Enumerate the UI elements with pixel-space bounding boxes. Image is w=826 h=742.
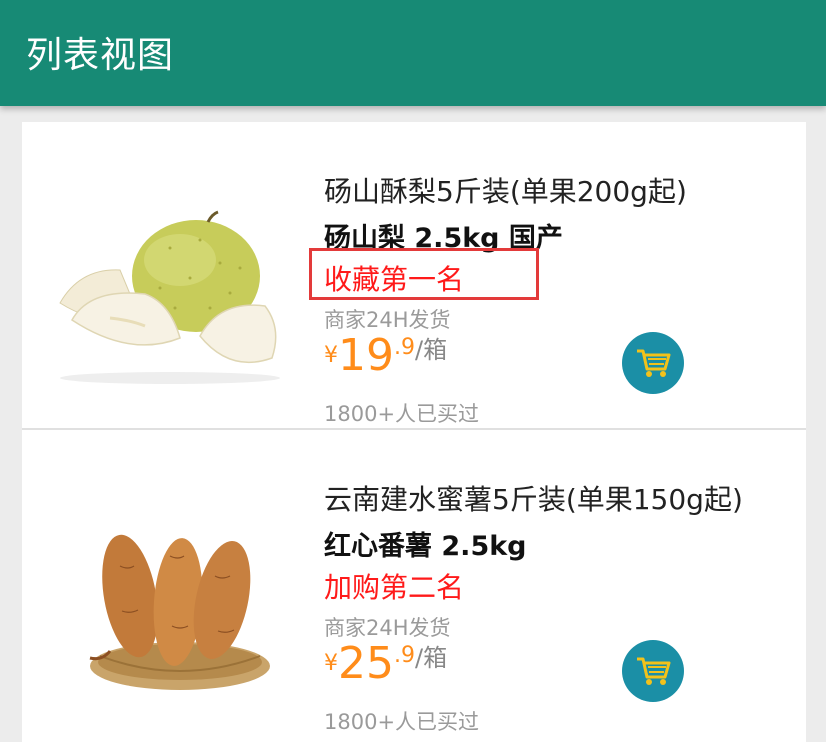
product-name: 云南建水蜜薯5斤装(单果150g起) bbox=[324, 483, 743, 516]
price-integer: 25 bbox=[338, 638, 394, 689]
product-name: 砀山酥梨5斤装(单果200g起) bbox=[324, 175, 687, 208]
rank-label: 收藏第一名 bbox=[324, 263, 465, 296]
price-unit: /箱 bbox=[415, 336, 448, 364]
price: ¥19.9/箱 bbox=[324, 334, 447, 378]
list-item[interactable]: 云南建水蜜薯5斤装(单果150g起) 红心番薯 2.5kg 加购第二名 商家24… bbox=[22, 430, 806, 738]
shopping-cart-icon bbox=[637, 349, 671, 377]
price-unit: /箱 bbox=[415, 644, 448, 672]
sweet-potato-image bbox=[89, 534, 270, 690]
shopping-cart-icon bbox=[637, 657, 671, 685]
list-item[interactable]: 砀山酥梨5斤装(单果200g起) 砀山梨 2.5kg 国产 收藏第一名 商家24… bbox=[22, 122, 806, 430]
add-to-cart-button[interactable] bbox=[622, 332, 684, 394]
currency-symbol: ¥ bbox=[324, 343, 338, 368]
sold-count: 1800+人已买过 bbox=[324, 402, 480, 426]
product-spec: 红心番薯 2.5kg bbox=[324, 531, 527, 562]
product-list[interactable]: 砀山酥梨5斤装(单果200g起) 砀山梨 2.5kg 国产 收藏第一名 商家24… bbox=[22, 122, 806, 742]
price-integer: 19 bbox=[338, 330, 394, 381]
sold-count: 1800+人已买过 bbox=[324, 710, 480, 734]
app-title: 列表视图 bbox=[26, 35, 175, 76]
currency-symbol: ¥ bbox=[324, 651, 338, 676]
price-decimal: .9 bbox=[394, 335, 415, 360]
price-decimal: .9 bbox=[394, 643, 415, 668]
rank-label: 加购第二名 bbox=[324, 571, 465, 604]
pear-image bbox=[59, 210, 280, 384]
price: ¥25.9/箱 bbox=[324, 642, 447, 686]
add-to-cart-button[interactable] bbox=[622, 640, 684, 702]
app-bar: 列表视图 bbox=[0, 0, 826, 106]
